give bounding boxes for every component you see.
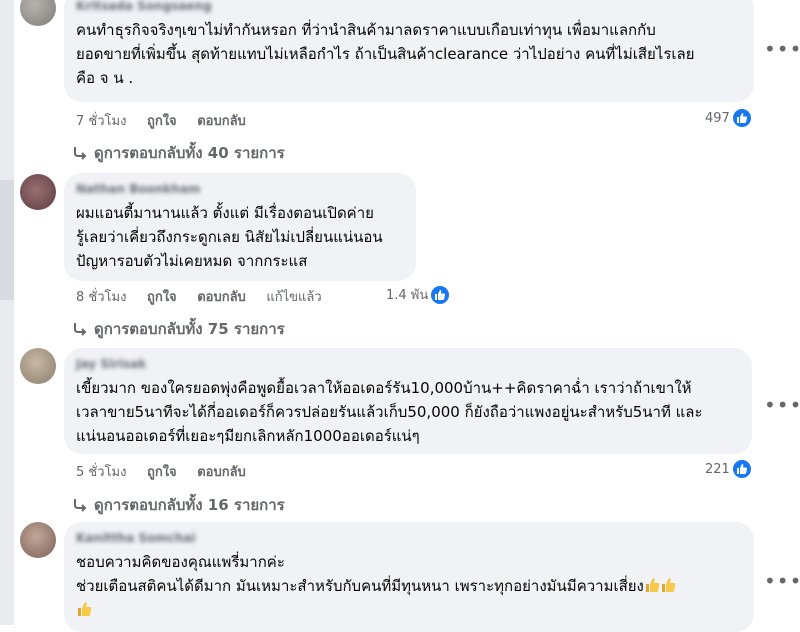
like-button[interactable]: ถูกใจ bbox=[147, 290, 177, 305]
comment-line: แน่นอนออเดอร์ที่เยอะๆมียกเลิกหลัก1000ออเ… bbox=[76, 427, 420, 445]
reply-button[interactable]: ตอบกลับ bbox=[197, 290, 246, 305]
reaction-count: 221 bbox=[705, 461, 730, 477]
avatar[interactable] bbox=[20, 348, 56, 384]
comment-line: ผมแอนตี้มานานแล้ว ตั้งแต่ มีเรื่องตอนเปิ… bbox=[76, 204, 374, 222]
view-replies-label: ดูการตอบกลับทั้ง 16 รายการ bbox=[94, 496, 285, 514]
comment-time[interactable]: 8 ชั่วโมง bbox=[76, 290, 126, 305]
reaction-summary[interactable]: 1.4 พัน bbox=[386, 284, 450, 305]
comment-author[interactable]: Kritsada Songsaeng bbox=[76, 0, 742, 14]
view-replies-label: ดูการตอบกลับทั้ง 75 รายการ bbox=[94, 320, 285, 338]
comment-bubble: Kritsada Songsaeng คนทำธุรกิจจริงๆเขาไม่… bbox=[64, 0, 754, 102]
like-reaction-icon bbox=[732, 460, 751, 478]
comment-line: ปัญหารอบตัวไม่เคยหมด จากกระแส bbox=[76, 252, 308, 270]
comment-line: เวลาขาย5นาทีจะได้กี่ออเดอร์ก็ควรปล่อยรัน… bbox=[76, 403, 703, 421]
comment-line: ยอดขายที่เพิ่มขึ้น สุดท้ายแทบไม่เหลือกำไ… bbox=[76, 45, 695, 63]
comment-line: คนทำธุรกิจจริงๆเขาไม่ทำกันหรอก ที่ว่านำส… bbox=[76, 21, 656, 39]
comment-bubble: Kanittha Somchai ชอบความคิดของคุณแพรี่มา… bbox=[64, 522, 754, 632]
like-reaction-icon bbox=[732, 109, 751, 127]
more-options-icon[interactable]: ••• bbox=[764, 395, 800, 415]
comment-line: เขี้ยวมาก ของใครยอดพุ่งคือพูดยื้อเวลาให้… bbox=[76, 379, 692, 397]
view-replies-link[interactable]: ดูการตอบกลับทั้ง 75 รายการ bbox=[72, 317, 285, 341]
comment-time[interactable]: 5 ชั่วโมง bbox=[76, 465, 126, 480]
comment-line bbox=[76, 598, 742, 622]
reaction-count: 1.4 พัน bbox=[386, 288, 429, 303]
avatar[interactable] bbox=[20, 522, 56, 558]
thumbs-up-emoji-icon bbox=[661, 578, 676, 592]
reply-button[interactable]: ตอบกลับ bbox=[197, 465, 246, 480]
reply-arrow-icon bbox=[74, 323, 87, 336]
comment-line-text: ช่วยเตือนสติคนได้ดีมาก มันเหมาะสำหรับกับ… bbox=[76, 577, 644, 595]
comment-line: คือ จ น . bbox=[76, 69, 134, 87]
comment-time[interactable]: 7 ชั่วโมง bbox=[76, 114, 126, 129]
reply-button[interactable]: ตอบกลับ bbox=[197, 114, 246, 129]
reaction-count: 497 bbox=[705, 110, 730, 126]
comment-text: ผมแอนตี้มานานแล้ว ตั้งแต่ มีเรื่องตอนเปิ… bbox=[76, 201, 404, 273]
comment-line: ช่วยเตือนสติคนได้ดีมาก มันเหมาะสำหรับกับ… bbox=[76, 574, 742, 598]
comment-text: เขี้ยวมาก ของใครยอดพุ่งคือพูดยื้อเวลาให้… bbox=[76, 376, 740, 448]
view-replies-link[interactable]: ดูการตอบกลับทั้ง 40 รายการ bbox=[72, 141, 285, 165]
reaction-summary[interactable]: 497 bbox=[705, 109, 751, 127]
comment-actions: 8 ชั่วโมง ถูกใจ ตอบกลับ แก้ไขแล้ว bbox=[76, 286, 338, 307]
page-left-edge bbox=[0, 0, 14, 625]
edited-label[interactable]: แก้ไขแล้ว bbox=[266, 290, 321, 305]
reaction-summary[interactable]: 221 bbox=[705, 460, 751, 478]
comment-bubble: Jay Sirisak เขี้ยวมาก ของใครยอดพุ่งคือพู… bbox=[64, 348, 752, 454]
comment-bubble: Nathan Boonkham ผมแอนตี้มานานแล้ว ตั้งแต… bbox=[64, 173, 416, 281]
avatar[interactable] bbox=[20, 0, 56, 26]
comment-author[interactable]: Jay Sirisak bbox=[76, 356, 740, 372]
like-button[interactable]: ถูกใจ bbox=[147, 465, 177, 480]
comment-actions: 5 ชั่วโมง ถูกใจ ตอบกลับ bbox=[76, 461, 262, 482]
view-replies-link[interactable]: ดูการตอบกลับทั้ง 16 รายการ bbox=[72, 493, 285, 517]
thumbs-up-emoji-icon bbox=[645, 578, 660, 592]
comment-text: ชอบความคิดของคุณแพรี่มากค่ะ ช่วยเตือนสติ… bbox=[76, 550, 742, 622]
comment-actions: 7 ชั่วโมง ถูกใจ ตอบกลับ bbox=[76, 110, 262, 131]
comment-text: คนทำธุรกิจจริงๆเขาไม่ทำกันหรอก ที่ว่านำส… bbox=[76, 18, 742, 90]
thumbs-up-emoji-icon bbox=[78, 602, 92, 616]
view-replies-label: ดูการตอบกลับทั้ง 40 รายการ bbox=[94, 144, 285, 162]
reply-arrow-icon bbox=[74, 499, 87, 512]
comment-author[interactable]: Nathan Boonkham bbox=[76, 181, 404, 197]
comment-line: ชอบความคิดของคุณแพรี่มากค่ะ bbox=[76, 553, 285, 571]
like-reaction-icon bbox=[431, 285, 450, 304]
more-options-icon[interactable]: ••• bbox=[764, 571, 800, 591]
more-options-icon[interactable]: ••• bbox=[764, 39, 800, 59]
comment-line: รู้เลยว่าเคี่ยวถึงกระดูกเลย นิสัยไม่เปลี… bbox=[76, 228, 383, 246]
reply-arrow-icon bbox=[74, 147, 87, 160]
like-button[interactable]: ถูกใจ bbox=[147, 114, 177, 129]
comment-author[interactable]: Kanittha Somchai bbox=[76, 530, 742, 546]
avatar[interactable] bbox=[20, 174, 56, 210]
